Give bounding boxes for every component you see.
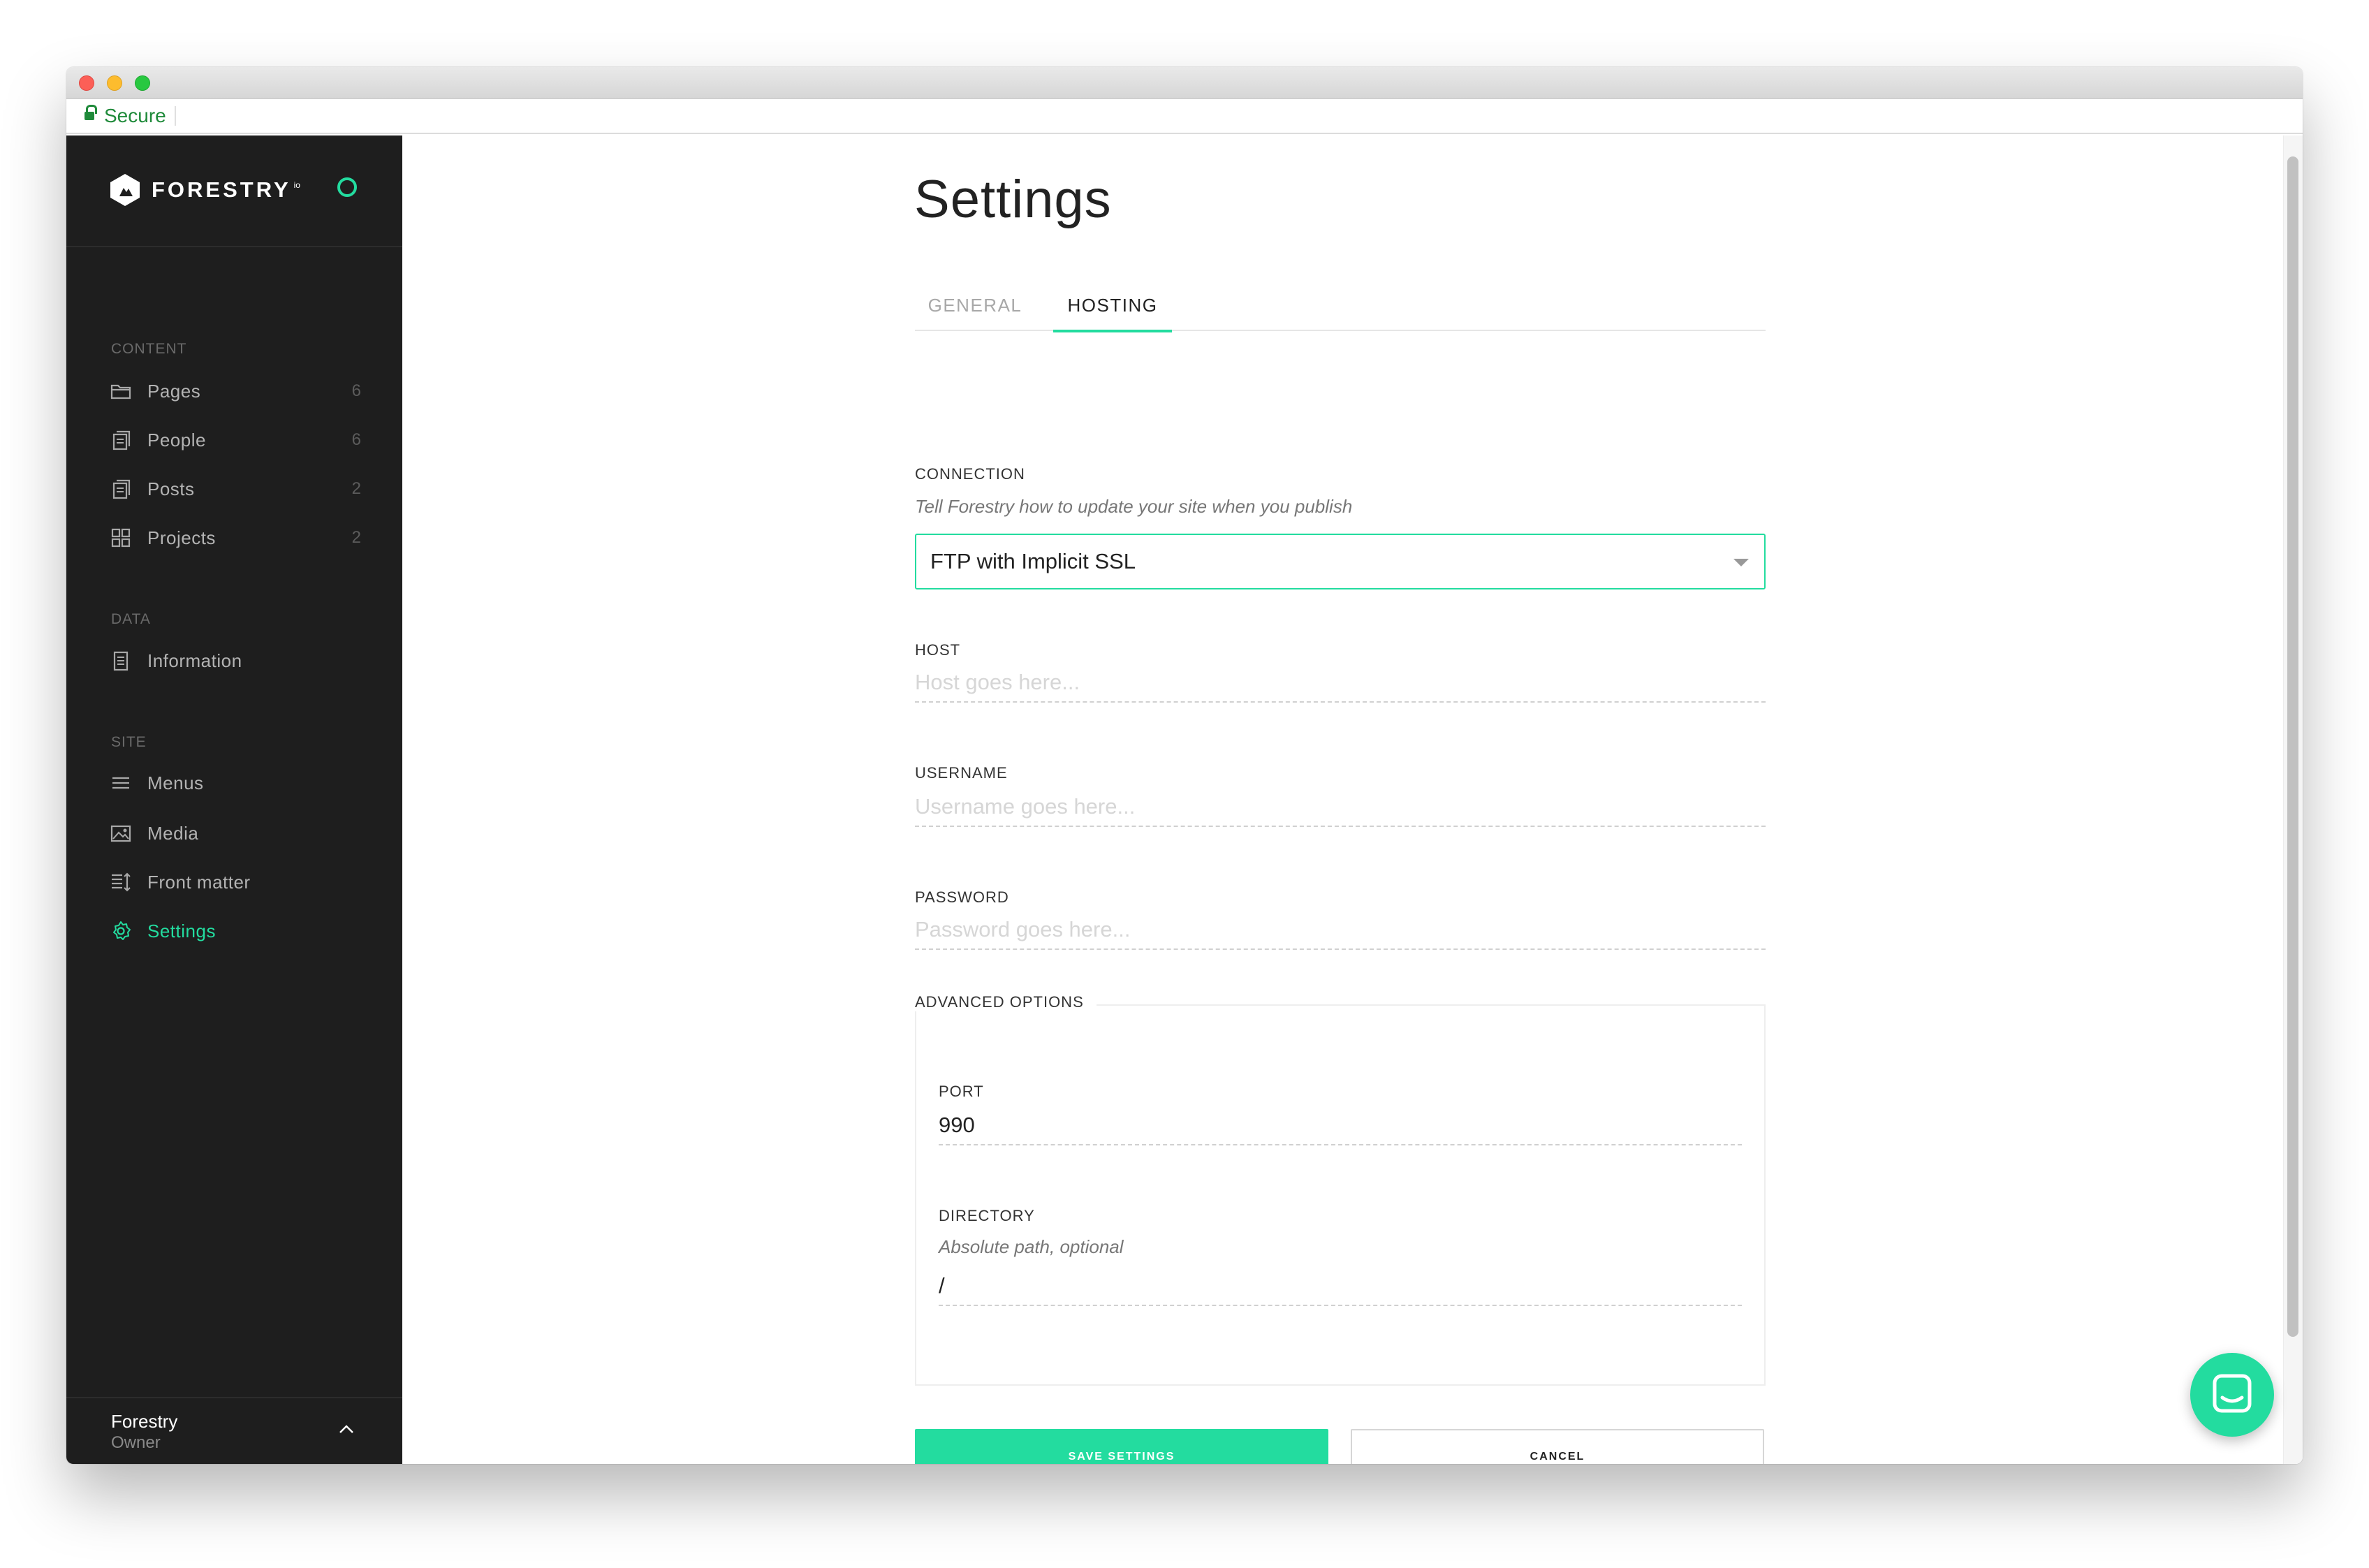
sidebar-item-count: 6	[351, 430, 361, 449]
image-icon	[110, 825, 131, 842]
sidebar-item-label: Posts	[147, 478, 195, 499]
sidebar-item-settings[interactable]: Settings	[110, 917, 361, 945]
brand-name: FORESTRY	[152, 177, 291, 202]
maximize-window-button[interactable]	[135, 75, 150, 91]
scrollbar-thumb[interactable]	[2287, 156, 2298, 1337]
sidebar-item-media[interactable]: Media	[110, 819, 361, 847]
account-name: Forestry	[111, 1411, 178, 1432]
sidebar-item-label: People	[147, 429, 206, 450]
sidebar-item-label: Menus	[147, 772, 204, 793]
minimize-window-button[interactable]	[107, 75, 122, 91]
sidebar-item-label: Projects	[147, 527, 216, 548]
brand-suffix: io	[293, 180, 300, 190]
account-role: Owner	[111, 1433, 161, 1452]
address-bar[interactable]: Secure	[66, 99, 2303, 134]
directory-label: DIRECTORY	[939, 1207, 1035, 1224]
tab-general[interactable]: GENERAL	[915, 295, 1035, 331]
username-input[interactable]	[915, 788, 1766, 827]
chat-launcher-button[interactable]	[2190, 1353, 2274, 1437]
caret-down-icon	[1733, 559, 1749, 566]
connection-selected-value: FTP with Implicit SSL	[930, 549, 1136, 573]
address-divider	[174, 106, 176, 126]
sidebar: FORESTRY io CONTENT Pages 6 People 6 Pos…	[66, 135, 402, 1464]
settings-tabs: GENERAL HOSTING	[915, 295, 1766, 332]
sidebar-item-count: 2	[351, 528, 361, 547]
connection-select[interactable]: FTP with Implicit SSL	[915, 534, 1766, 589]
sidebar-item-front-matter[interactable]: Front matter	[110, 868, 361, 896]
port-input[interactable]	[939, 1106, 1742, 1145]
documents-icon	[112, 430, 131, 450]
sidebar-item-label: Information	[147, 650, 242, 671]
sidebar-item-count: 2	[351, 479, 361, 498]
host-label: HOST	[915, 641, 961, 659]
account-switcher[interactable]: Forestry Owner	[66, 1397, 402, 1464]
window-titlebar	[66, 67, 2303, 99]
sidebar-item-posts[interactable]: Posts 2	[110, 475, 361, 503]
username-label: USERNAME	[915, 764, 1008, 782]
front-matter-icon	[112, 872, 131, 892]
chevron-up-icon[interactable]	[336, 1419, 357, 1440]
password-label: PASSWORD	[915, 888, 1009, 906]
main-content: Settings GENERAL HOSTING CONNECTION Tell…	[402, 135, 2303, 1464]
advanced-options-panel	[915, 1004, 1766, 1386]
advanced-options-label: ADVANCED OPTIONS	[915, 993, 1097, 1011]
browser-window: Secure FORESTRY io CONTENT Pages 6 Peopl…	[66, 67, 2303, 1464]
port-label: PORT	[939, 1083, 984, 1100]
site-status-icon[interactable]	[337, 177, 357, 197]
secure-label: Secure	[104, 105, 166, 126]
directory-help-text: Absolute path, optional	[939, 1236, 1124, 1257]
gear-icon	[113, 921, 131, 940]
sidebar-item-information[interactable]: Information	[110, 647, 361, 675]
menu-icon	[112, 777, 129, 789]
documents-icon	[112, 479, 131, 499]
sidebar-item-count: 6	[351, 381, 361, 400]
section-label-site: SITE	[111, 734, 147, 750]
close-window-button[interactable]	[79, 75, 94, 91]
sidebar-item-label: Settings	[147, 920, 216, 941]
document-icon	[113, 651, 129, 671]
forestry-logo-icon	[110, 174, 140, 206]
chat-icon	[2213, 1374, 2252, 1413]
sidebar-item-menus[interactable]: Menus	[110, 769, 361, 797]
sidebar-item-label: Front matter	[147, 871, 251, 893]
section-label-data: DATA	[111, 611, 151, 627]
section-label-content: CONTENT	[111, 341, 187, 357]
cancel-button[interactable]: CANCEL	[1351, 1429, 1764, 1464]
folder-icon	[110, 384, 131, 400]
connection-help-text: Tell Forestry how to update your site wh…	[915, 496, 1353, 517]
connection-label: CONNECTION	[915, 465, 1025, 483]
lock-icon	[85, 105, 97, 122]
sidebar-item-people[interactable]: People 6	[110, 426, 361, 454]
password-input[interactable]	[915, 911, 1766, 950]
scrollbar[interactable]	[2283, 135, 2303, 1464]
sidebar-item-projects[interactable]: Projects 2	[110, 524, 361, 552]
sidebar-item-label: Media	[147, 822, 199, 844]
grid-icon	[111, 528, 131, 548]
sidebar-item-pages[interactable]: Pages 6	[110, 377, 361, 405]
save-settings-button[interactable]: SAVE SETTINGS	[915, 1429, 1328, 1464]
page-title: Settings	[914, 170, 1112, 229]
tab-hosting[interactable]: HOSTING	[1053, 295, 1172, 332]
sidebar-divider	[66, 246, 402, 247]
brand[interactable]: FORESTRY io	[110, 173, 300, 207]
sidebar-item-label: Pages	[147, 380, 201, 402]
directory-input[interactable]	[939, 1267, 1742, 1306]
host-input[interactable]	[915, 664, 1766, 703]
